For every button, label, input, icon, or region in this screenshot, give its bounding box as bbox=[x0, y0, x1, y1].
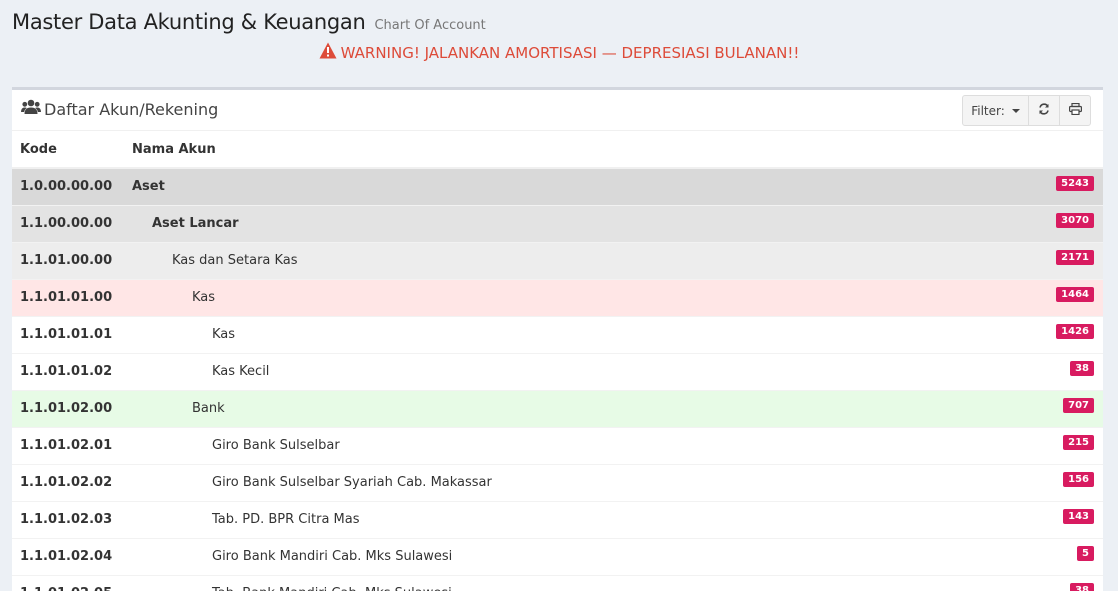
table-row[interactable]: 1.1.01.01.00 Kas 1464 bbox=[12, 278, 1103, 316]
table-row[interactable]: 1.1.01.01.02 Kas Kecil 38 bbox=[12, 352, 1103, 390]
box-header: Daftar Akun/Rekening Filter: bbox=[12, 90, 1103, 131]
caret-down-icon bbox=[1011, 108, 1020, 113]
box-title: Daftar Akun/Rekening bbox=[21, 99, 218, 119]
account-name: Kas bbox=[132, 315, 992, 353]
count-badge: 215 bbox=[1063, 434, 1094, 450]
account-code: 1.1.01.01.00 bbox=[12, 278, 132, 316]
count-badge: 38 bbox=[1070, 582, 1094, 591]
filter-dropdown-button[interactable]: Filter: bbox=[962, 95, 1029, 126]
table-row[interactable]: 1.1.01.02.03 Tab. PD. BPR Citra Mas 143 bbox=[12, 500, 1103, 538]
filter-label: Filter: bbox=[971, 103, 1005, 118]
print-icon bbox=[1068, 102, 1082, 118]
account-name: Tab. Bank Mandiri Cab. Mks Sulawesi bbox=[132, 574, 992, 591]
table-row[interactable]: 1.1.01.01.01 Kas 1426 bbox=[12, 315, 1103, 353]
account-name: Aset Lancar bbox=[132, 204, 992, 242]
account-code: 1.1.01.01.01 bbox=[12, 315, 132, 353]
account-code: 1.1.01.02.04 bbox=[12, 537, 132, 575]
count-badge: 1426 bbox=[1056, 323, 1094, 339]
amortization-warning: WARNING! JALANKAN AMORTISASI — DEPRESIAS… bbox=[0, 42, 1118, 63]
account-name: Bank bbox=[132, 389, 992, 427]
count-badge: 3070 bbox=[1056, 212, 1094, 228]
table-row[interactable]: 1.1.01.02.05 Tab. Bank Mandiri Cab. Mks … bbox=[12, 574, 1103, 591]
account-name: Aset bbox=[132, 167, 992, 205]
account-list-box: Daftar Akun/Rekening Filter: Kode Nama A… bbox=[12, 87, 1103, 591]
table-row[interactable]: 1.0.00.00.00 Aset 5243 bbox=[12, 167, 1103, 205]
count-badge: 2171 bbox=[1056, 249, 1094, 265]
page-title: Master Data Akunting & Keuangan bbox=[12, 10, 366, 34]
table-row[interactable]: 1.1.00.00.00 Aset Lancar 3070 bbox=[12, 204, 1103, 242]
column-header-nama: Nama Akun bbox=[132, 131, 992, 169]
account-name: Giro Bank Sulselbar Syariah Cab. Makassa… bbox=[132, 463, 992, 501]
table-row[interactable]: 1.1.01.02.04 Giro Bank Mandiri Cab. Mks … bbox=[12, 537, 1103, 575]
account-table: Kode Nama Akun 1.0.00.00.00 Aset 5243 1.… bbox=[12, 131, 1103, 591]
table-row[interactable]: 1.1.01.02.01 Giro Bank Sulselbar 215 bbox=[12, 426, 1103, 464]
refresh-icon bbox=[1038, 103, 1050, 118]
account-code: 1.1.01.01.02 bbox=[12, 352, 132, 390]
box-title-label: Daftar Akun/Rekening bbox=[44, 99, 219, 119]
count-badge: 156 bbox=[1063, 471, 1094, 487]
column-header-count bbox=[991, 131, 1103, 169]
account-name: Kas bbox=[132, 278, 992, 316]
account-name: Kas Kecil bbox=[132, 352, 992, 390]
count-badge: 707 bbox=[1063, 397, 1094, 413]
account-name: Giro Bank Mandiri Cab. Mks Sulawesi bbox=[132, 537, 992, 575]
page-subtitle: Chart Of Account bbox=[374, 18, 486, 33]
refresh-button[interactable] bbox=[1028, 95, 1060, 126]
print-button[interactable] bbox=[1059, 95, 1091, 126]
account-name: Giro Bank Sulselbar bbox=[132, 426, 992, 464]
count-badge: 143 bbox=[1063, 508, 1094, 524]
account-code: 1.1.00.00.00 bbox=[12, 204, 132, 242]
box-tools: Filter: bbox=[962, 95, 1091, 126]
table-row[interactable]: 1.1.01.02.02 Giro Bank Sulselbar Syariah… bbox=[12, 463, 1103, 501]
column-header-kode: Kode bbox=[12, 131, 132, 169]
table-row[interactable]: 1.1.01.02.00 Bank 707 bbox=[12, 389, 1103, 427]
count-badge: 5 bbox=[1077, 545, 1094, 561]
table-row[interactable]: 1.1.01.00.00 Kas dan Setara Kas 2171 bbox=[12, 241, 1103, 279]
account-code: 1.1.01.02.01 bbox=[12, 426, 132, 464]
account-code: 1.1.01.02.00 bbox=[12, 389, 132, 427]
table-header-row: Kode Nama Akun bbox=[12, 131, 1103, 169]
warning-text: WARNING! JALANKAN AMORTISASI — DEPRESIAS… bbox=[340, 43, 800, 62]
users-icon bbox=[21, 99, 41, 119]
account-code: 1.1.01.02.03 bbox=[12, 500, 132, 538]
account-name: Kas dan Setara Kas bbox=[132, 241, 992, 279]
account-name: Tab. PD. BPR Citra Mas bbox=[132, 500, 992, 538]
account-code: 1.1.01.02.02 bbox=[12, 463, 132, 501]
warning-icon bbox=[319, 42, 337, 63]
account-code: 1.1.01.02.05 bbox=[12, 574, 132, 591]
count-badge: 1464 bbox=[1056, 286, 1094, 302]
account-code: 1.1.01.00.00 bbox=[12, 241, 132, 279]
count-badge: 5243 bbox=[1056, 175, 1094, 191]
account-code: 1.0.00.00.00 bbox=[12, 167, 132, 205]
page-header: Master Data Akunting & Keuangan Chart Of… bbox=[12, 10, 486, 40]
count-badge: 38 bbox=[1070, 360, 1094, 376]
